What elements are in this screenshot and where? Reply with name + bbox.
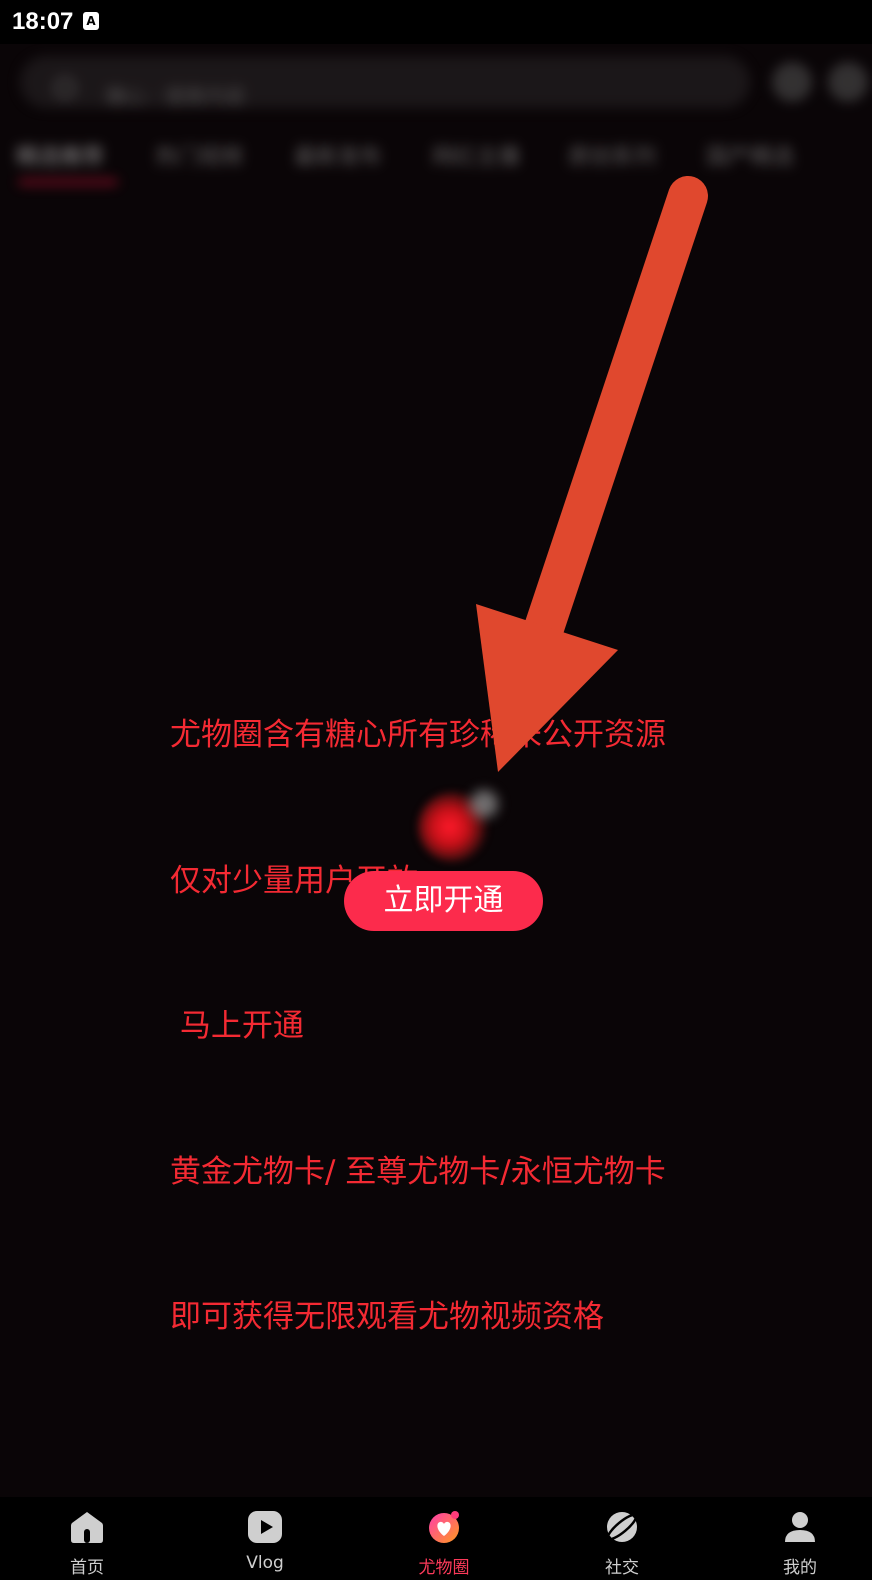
nav-label-home: 首页 [70, 1558, 104, 1578]
tab-streamer[interactable]: 网红主播 [432, 139, 520, 171]
search-bar[interactable]: 糖心 · 搜索内容 [20, 56, 750, 108]
category-tabs: 精选推荐 热门视频 最新发布 网红主播 原创系列 国产精选 [0, 139, 872, 199]
user-icon [785, 1512, 815, 1542]
play-icon [248, 1511, 282, 1543]
promo-line: 马上开通 [170, 1008, 304, 1044]
nav-mine[interactable]: 我的 [740, 1497, 860, 1580]
search-icon [54, 77, 76, 99]
status-bar: 18:07 A [0, 0, 872, 44]
search-placeholder: 糖心 · 搜索内容 [106, 84, 246, 108]
message-icon[interactable] [772, 62, 812, 102]
bottom-nav: 首页 Vlog 尤物圈 社交 我的 [0, 1497, 872, 1580]
tab-latest[interactable]: 最新发布 [294, 139, 382, 171]
nav-label-social: 社交 [605, 1558, 639, 1578]
nav-label-mine: 我的 [783, 1558, 817, 1578]
promo-line: 黄金尤物卡/ 至尊尤物卡/永恒尤物卡 [170, 1153, 666, 1190]
tab-hot[interactable]: 热门视频 [155, 139, 243, 171]
tab-domestic[interactable]: 国产精选 [706, 139, 794, 171]
promo-line: 尤物圈含有糖心所有珍稀未公开资源 [170, 717, 666, 753]
active-tab-indicator [18, 179, 118, 185]
history-icon[interactable] [828, 62, 868, 102]
blurred-header: 糖心 · 搜索内容 精选推荐 热门视频 最新发布 网红主播 原创系列 国产精选 [0, 44, 872, 214]
nav-label-vlog: Vlog [246, 1553, 284, 1573]
nav-label-youwu: 尤物圈 [418, 1558, 470, 1578]
promo-text: 尤物圈含有糖心所有珍稀未公开资源 仅对少量用户开放 马上开通 黄金尤物卡/ 至尊… [170, 614, 790, 1390]
planet-icon [606, 1512, 638, 1542]
promo-line: 即可获得无限观看尤物视频资格 [170, 1299, 604, 1335]
arrow-shaft [520, 176, 708, 660]
nav-vlog[interactable]: Vlog [205, 1497, 325, 1580]
nav-home[interactable]: 首页 [27, 1497, 147, 1580]
open-now-button[interactable]: 立即开通 [344, 871, 543, 931]
home-icon [71, 1512, 103, 1543]
tab-recommended[interactable]: 精选推荐 [16, 139, 104, 171]
notification-a-icon: A [83, 12, 99, 30]
heart-circle-icon [429, 1511, 459, 1543]
nav-youwu[interactable]: 尤物圈 [384, 1497, 504, 1580]
status-time: 18:07 [12, 8, 74, 35]
nav-social[interactable]: 社交 [562, 1497, 682, 1580]
tab-original[interactable]: 原创系列 [568, 139, 656, 171]
